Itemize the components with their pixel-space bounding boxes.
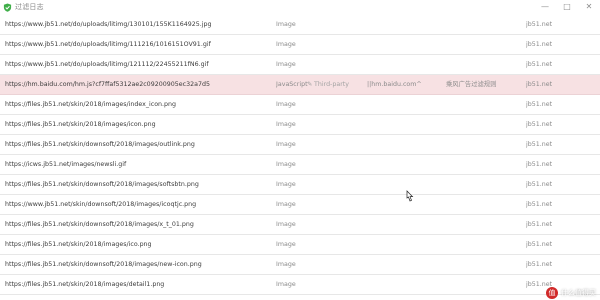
source-domain: jb51.net	[526, 261, 553, 268]
source-domain: jb51.net	[526, 141, 553, 148]
request-url: https://www.jb51.net/skin/downsoft/2018/…	[5, 201, 197, 208]
table-row[interactable]: https://files.jb51.net/skin/downsoft/201…	[0, 295, 600, 300]
watermark-text: 什么值得买	[561, 288, 596, 297]
request-type: Image	[276, 141, 296, 148]
table-row[interactable]: https://icws.jb51.net/images/newsli.gif I…	[0, 155, 600, 175]
request-url: https://files.jb51.net/skin/downsoft/201…	[5, 295, 275, 300]
request-type: Image	[276, 295, 308, 300]
request-url: https://files.jb51.net/skin/downsoft/201…	[5, 261, 202, 268]
table-row[interactable]: https://www.jb51.net/do/uploads/litimg/1…	[0, 35, 600, 55]
request-url: https://files.jb51.net/skin/downsoft/201…	[5, 181, 199, 188]
request-type: Image	[276, 221, 296, 228]
table-row[interactable]: https://www.jb51.net/do/uploads/litimg/1…	[0, 15, 600, 35]
table-row[interactable]: https://files.jb51.net/skin/2018/images/…	[0, 275, 600, 295]
table-row[interactable]: https://files.jb51.net/skin/downsoft/201…	[0, 135, 600, 155]
request-url: https://www.jb51.net/do/uploads/litimg/1…	[5, 21, 212, 28]
request-url: https://www.jb51.net/do/uploads/litimg/1…	[5, 61, 209, 68]
request-url: https://icws.jb51.net/images/newsli.gif	[5, 161, 127, 168]
source-domain: jb51.net	[526, 21, 553, 28]
window-controls: — □ ✕	[534, 0, 600, 14]
request-url: https://files.jb51.net/skin/downsoft/201…	[5, 221, 194, 228]
table-row[interactable]: https://files.jb51.net/skin/2018/images/…	[0, 235, 600, 255]
source-domain: jb51.net	[526, 181, 553, 188]
request-type: Image	[276, 261, 296, 268]
table-row[interactable]: https://files.jb51.net/skin/2018/images/…	[0, 95, 600, 115]
watermark: 值 什么值得买	[546, 286, 596, 299]
request-type: Image	[276, 41, 296, 48]
request-url: https://hm.baidu.com/hm.js?cf7ffaf5312ae…	[5, 81, 210, 88]
shield-check-icon	[3, 2, 12, 12]
window-title: 过滤日志	[15, 3, 44, 11]
request-type: Image	[276, 181, 296, 188]
table-row[interactable]: https://files.jb51.net/skin/downsoft/201…	[0, 215, 600, 235]
request-url: https://www.jb51.net/do/uploads/litimg/1…	[5, 41, 211, 48]
table-row[interactable]: https://files.jb51.net/skin/downsoft/201…	[0, 175, 600, 195]
table-row-blocked[interactable]: https://hm.baidu.com/hm.js?cf7ffaf5312ae…	[0, 75, 600, 95]
close-button[interactable]: ✕	[578, 0, 600, 14]
request-type: Image	[276, 61, 296, 68]
request-type: Image	[276, 241, 296, 248]
request-url: https://files.jb51.net/skin/2018/images/…	[5, 281, 165, 288]
source-domain: jb51.net	[526, 101, 553, 108]
party-cell: ✎ Third-party	[307, 75, 362, 94]
title-bar: 过滤日志 — □ ✕	[0, 0, 600, 14]
request-url: https://files.jb51.net/skin/2018/images/…	[5, 121, 156, 128]
table-row[interactable]: https://files.jb51.net/skin/2018/images/…	[0, 115, 600, 135]
request-url: https://files.jb51.net/skin/2018/images/…	[5, 241, 152, 248]
party-label: Third-party	[314, 81, 349, 88]
table-row[interactable]: https://www.jb51.net/skin/downsoft/2018/…	[0, 195, 600, 215]
request-url: https://files.jb51.net/skin/downsoft/201…	[5, 141, 195, 148]
source-domain: jb51.net	[526, 221, 553, 228]
table-row[interactable]: https://www.jb51.net/do/uploads/litimg/1…	[0, 55, 600, 75]
request-type: JavaScript	[276, 81, 308, 88]
pencil-icon[interactable]: ✎	[307, 75, 314, 94]
source-domain: jb51.net	[526, 61, 553, 68]
watermark-logo-icon: 值	[546, 286, 558, 299]
source-domain: jb51.net	[526, 201, 553, 208]
source-domain: jb51.net	[526, 41, 553, 48]
maximize-button[interactable]: □	[556, 0, 578, 14]
mouse-cursor-icon	[406, 190, 414, 202]
request-type: Image	[276, 101, 296, 108]
request-type: Image	[276, 201, 296, 208]
request-type: Image	[276, 21, 296, 28]
minimize-button[interactable]: —	[534, 0, 556, 14]
filter-list-name: 乘风广告过滤规则	[446, 81, 497, 88]
table-row[interactable]: https://files.jb51.net/skin/downsoft/201…	[0, 255, 600, 275]
request-type: Image	[276, 281, 296, 288]
source-domain: jb51.net	[526, 241, 553, 248]
request-type: Image	[276, 121, 296, 128]
request-type: Image	[276, 161, 296, 168]
source-domain: jb51.net	[526, 81, 553, 88]
matched-rule: ||hm.baidu.com^	[367, 81, 422, 88]
source-domain: jb51.net	[526, 161, 553, 168]
request-url: https://files.jb51.net/skin/2018/images/…	[5, 101, 177, 108]
source-domain: jb51.net	[526, 121, 553, 128]
